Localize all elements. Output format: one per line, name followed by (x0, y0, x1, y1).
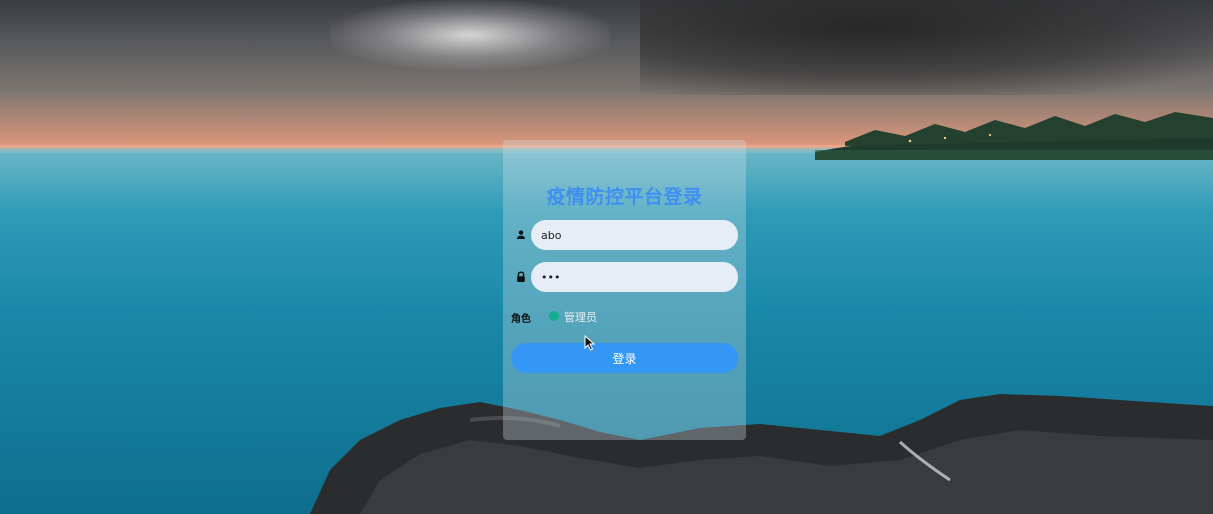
login-form-card: 疫情防控平台登录 角色 管理员 登录 (503, 140, 746, 440)
password-row (511, 262, 739, 292)
role-option-admin-label[interactable]: 管理员 (564, 309, 597, 325)
role-label: 角色 (511, 314, 531, 325)
username-row (511, 220, 739, 250)
password-input[interactable] (531, 262, 738, 292)
user-icon (517, 230, 525, 239)
login-page: 疫情防控平台登录 角色 管理员 登录 (0, 0, 1213, 514)
login-title: 疫情防控平台登录 (546, 186, 703, 208)
background-island (815, 112, 1213, 160)
background-storm-cloud (640, 0, 1213, 95)
username-input[interactable] (531, 220, 738, 250)
login-button[interactable]: 登录 (511, 343, 738, 373)
lock-icon (517, 271, 525, 282)
role-selector: 角色 管理员 (511, 308, 739, 326)
mouse-cursor-icon (584, 335, 596, 351)
background-sky-light (330, 0, 610, 70)
role-radio-admin[interactable] (549, 311, 559, 321)
